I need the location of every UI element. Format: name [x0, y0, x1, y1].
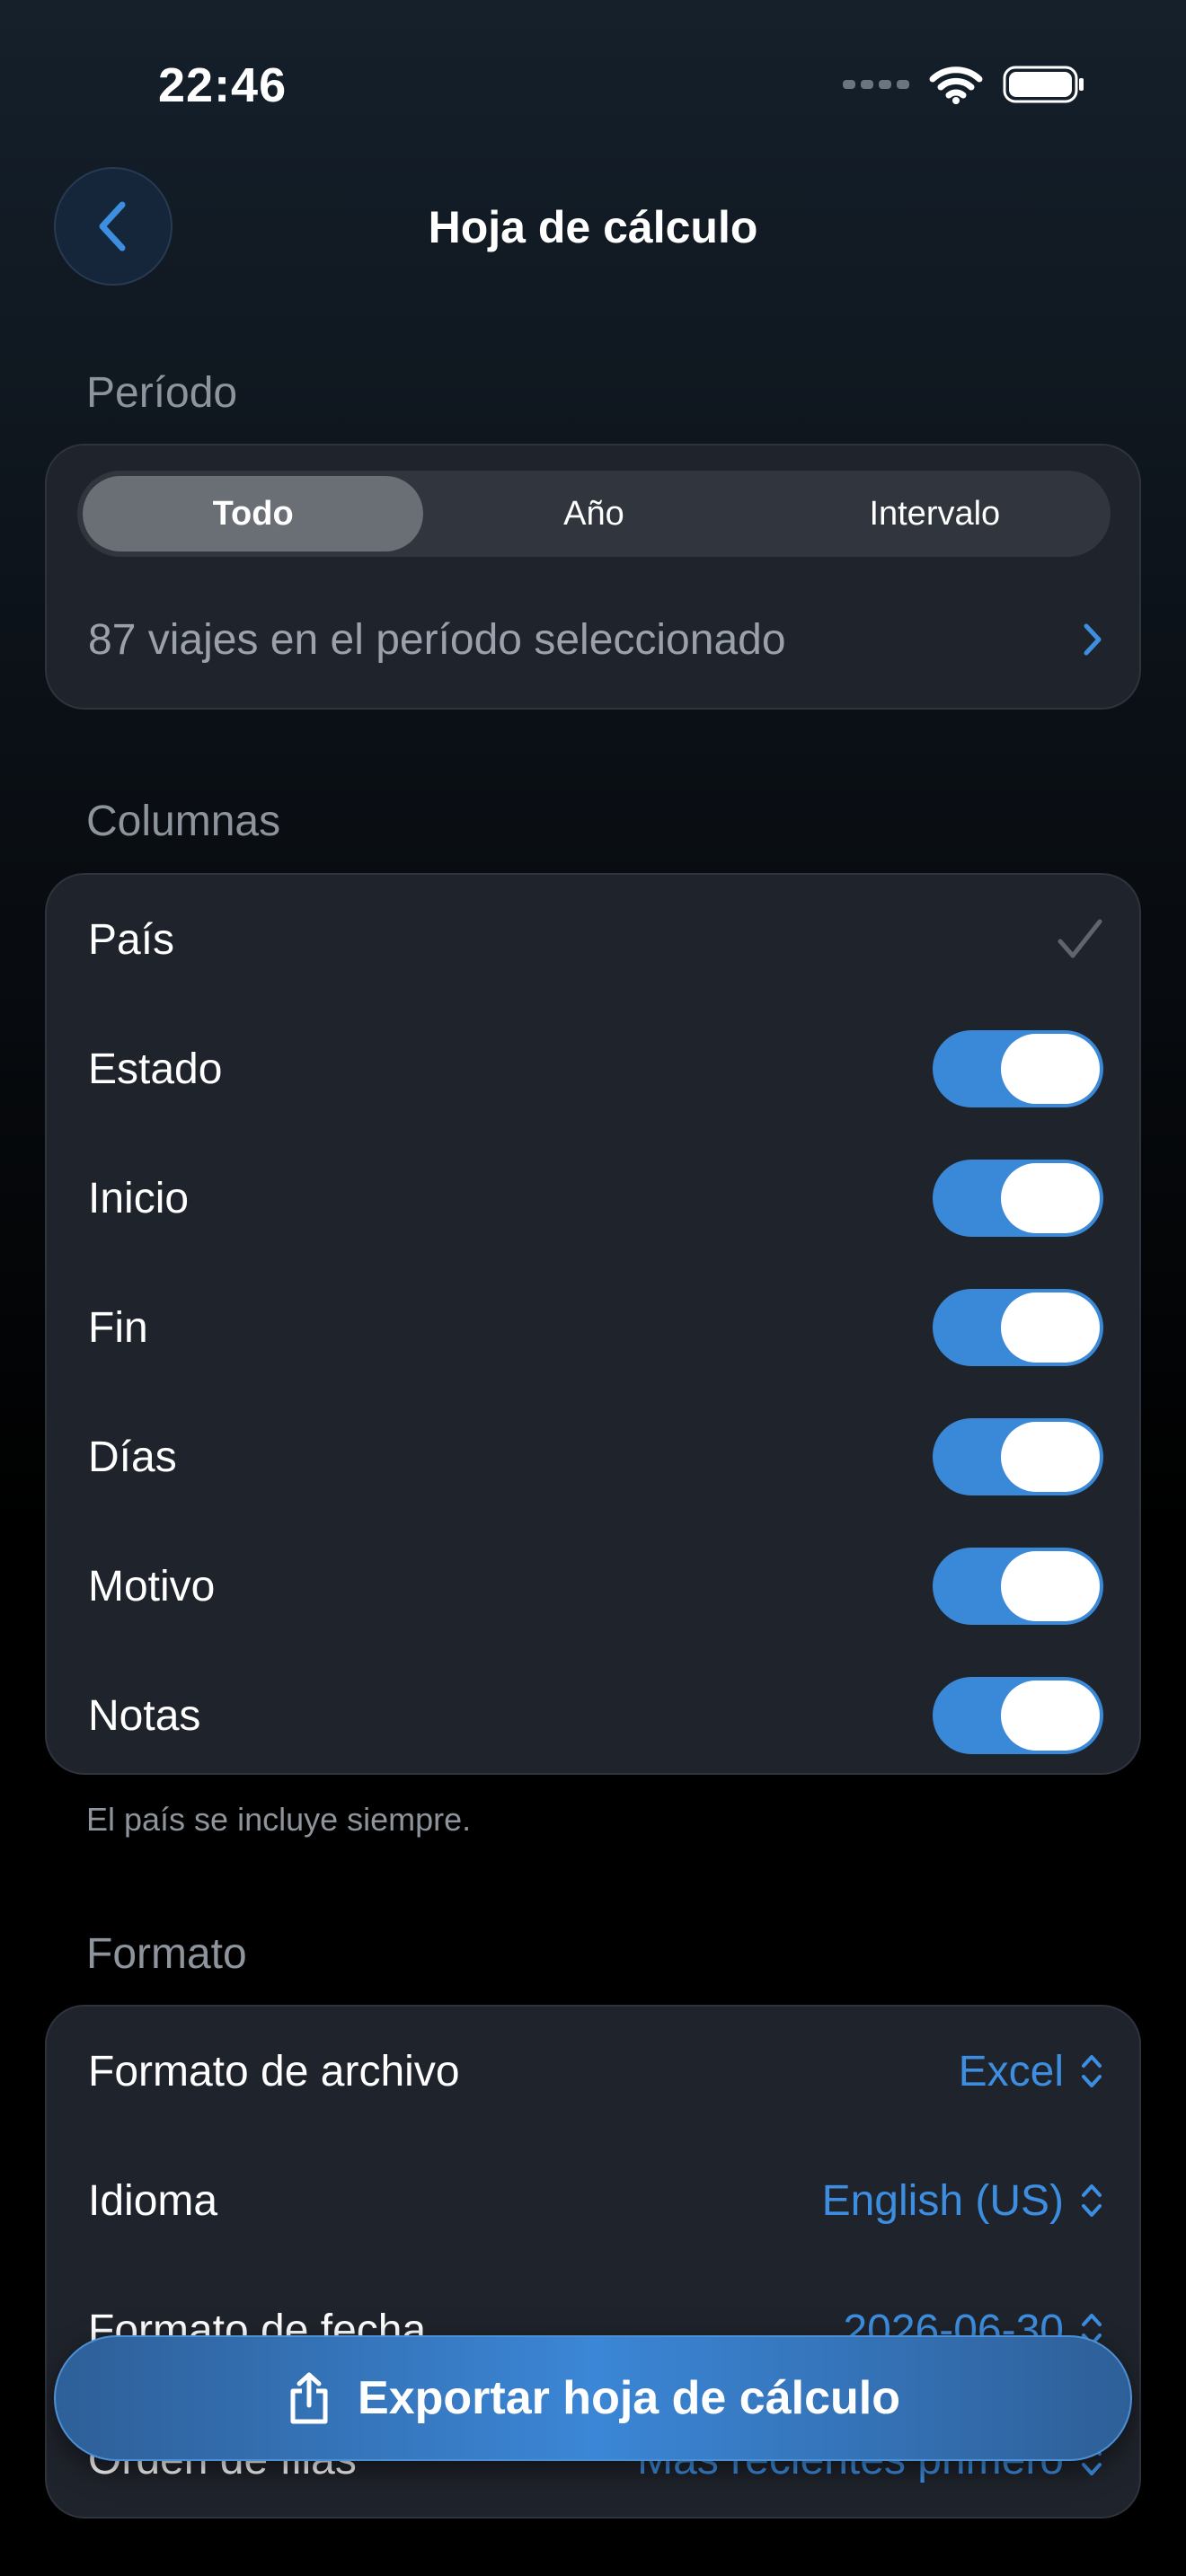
page-title: Hoja de cálculo	[428, 202, 758, 252]
notas-toggle[interactable]	[933, 1677, 1103, 1754]
format-label: Idioma	[88, 2176, 218, 2225]
column-row-motivo: Motivo	[88, 1541, 1103, 1631]
chevron-up-down-icon	[1082, 2055, 1102, 2087]
format-row-language[interactable]: Idioma English (US)	[88, 2156, 1103, 2245]
status-icons	[843, 65, 1085, 104]
fin-toggle[interactable]	[933, 1289, 1103, 1366]
format-label: Formato de archivo	[88, 2047, 460, 2095]
period-summary-row[interactable]: 87 viajes en el período seleccionado	[88, 607, 1103, 672]
column-label: Días	[88, 1433, 177, 1481]
export-button-label: Exportar hoja de cálculo	[358, 2372, 900, 2424]
column-label: Estado	[88, 1045, 223, 1093]
period-card: Todo Año Intervalo 87 viajes en el perío…	[45, 444, 1141, 710]
column-row-estado: Estado	[88, 1024, 1103, 1114]
column-label: Motivo	[88, 1562, 216, 1610]
segment-ano[interactable]: Año	[423, 476, 764, 551]
share-icon	[290, 2372, 328, 2424]
section-header-columns: Columnas	[86, 798, 281, 845]
chevron-up-down-icon	[1082, 2184, 1102, 2217]
segment-intervalo[interactable]: Intervalo	[765, 476, 1105, 551]
battery-icon	[1003, 65, 1085, 104]
column-row-dias: Días	[88, 1412, 1103, 1502]
column-row-fin: Fin	[88, 1283, 1103, 1372]
period-segmented-control[interactable]: Todo Año Intervalo	[77, 471, 1111, 557]
format-value: Excel	[958, 2047, 1064, 2095]
section-header-period: Período	[86, 369, 238, 417]
wifi-icon	[929, 65, 983, 104]
segment-todo[interactable]: Todo	[83, 476, 424, 551]
chevron-right-icon	[1084, 623, 1102, 656]
column-label: Notas	[88, 1691, 201, 1740]
cellular-signal-icon	[843, 80, 909, 89]
column-row-pais[interactable]: País	[88, 895, 1103, 984]
inicio-toggle[interactable]	[933, 1160, 1103, 1237]
column-row-inicio: Inicio	[88, 1153, 1103, 1243]
period-summary-text: 87 viajes en el período seleccionado	[88, 615, 786, 664]
columns-card: País Estado Inicio Fin Días Motivo Notas	[45, 873, 1141, 1775]
column-label: Fin	[88, 1303, 148, 1352]
export-spreadsheet-button[interactable]: Exportar hoja de cálculo	[54, 2335, 1132, 2461]
section-header-format: Formato	[86, 1930, 247, 1978]
status-time: 22:46	[158, 58, 288, 112]
column-label: País	[88, 915, 175, 964]
column-row-notas: Notas	[88, 1671, 1103, 1760]
format-row-file-format[interactable]: Formato de archivo Excel	[88, 2026, 1103, 2116]
checkmark-icon	[1058, 919, 1102, 958]
columns-footnote: El país se incluye siempre.	[86, 1801, 472, 1838]
estado-toggle[interactable]	[933, 1030, 1103, 1107]
format-value: English (US)	[821, 2176, 1064, 2225]
dias-toggle[interactable]	[933, 1418, 1103, 1495]
column-label: Inicio	[88, 1174, 190, 1222]
motivo-toggle[interactable]	[933, 1548, 1103, 1625]
